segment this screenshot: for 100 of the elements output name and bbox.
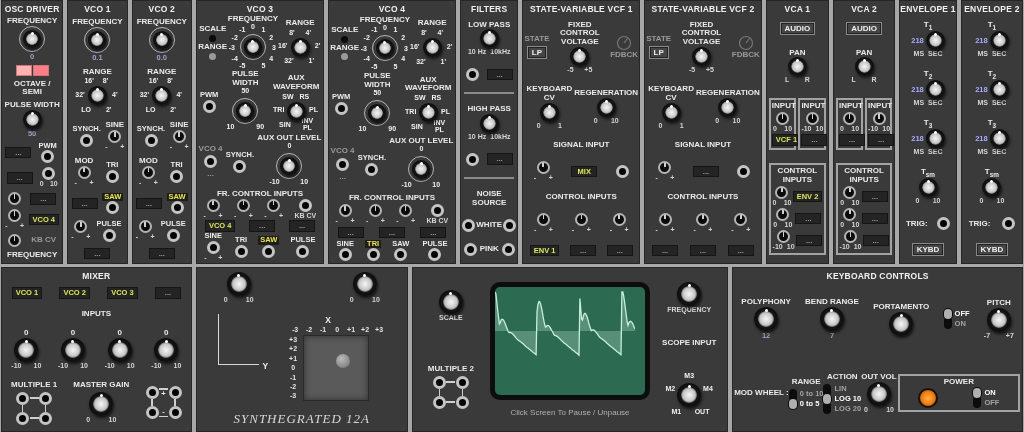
knob[interactable] <box>754 307 779 332</box>
trim-knob[interactable] <box>843 208 857 221</box>
jack-socket[interactable] <box>106 201 120 215</box>
jack-socket[interactable] <box>365 162 379 176</box>
trim-knob[interactable] <box>206 198 220 212</box>
jack-socket[interactable] <box>296 244 310 258</box>
switch-position[interactable] <box>823 383 832 394</box>
knob[interactable] <box>226 272 251 296</box>
selector-dot[interactable] <box>341 53 349 61</box>
switch-position[interactable] <box>788 388 797 399</box>
jack-socket[interactable] <box>168 386 182 400</box>
trim-knob[interactable] <box>574 212 588 226</box>
jack-socket[interactable] <box>501 243 515 257</box>
switch-position[interactable] <box>973 388 982 399</box>
jack-socket[interactable] <box>502 219 516 232</box>
jack-socket[interactable] <box>615 164 629 178</box>
jack-socket[interactable] <box>455 375 469 389</box>
jack-socket[interactable] <box>430 204 444 217</box>
knob[interactable] <box>889 311 914 336</box>
jack-socket[interactable] <box>937 217 951 231</box>
jack-socket[interactable] <box>39 391 53 405</box>
trim-knob[interactable] <box>843 185 857 199</box>
trim-knob[interactable] <box>74 220 88 234</box>
jack-socket[interactable] <box>145 386 159 400</box>
trim-knob[interactable] <box>776 208 790 221</box>
jack-socket[interactable] <box>338 248 352 262</box>
knob[interactable] <box>22 109 42 129</box>
panel-button[interactable]: LP <box>526 46 548 60</box>
jack-socket[interactable] <box>465 152 479 166</box>
scope-screen[interactable] <box>490 282 651 400</box>
octave-button[interactable] <box>15 64 32 76</box>
jack-socket[interactable] <box>206 240 220 254</box>
semitone-button[interactable] <box>32 64 49 76</box>
knob[interactable] <box>87 86 107 106</box>
knob[interactable] <box>925 79 945 99</box>
trim-knob[interactable] <box>775 185 789 199</box>
jack-socket[interactable] <box>39 411 53 425</box>
xy-pad[interactable] <box>303 335 370 401</box>
pad-puck[interactable] <box>336 354 351 368</box>
knob[interactable] <box>677 281 702 306</box>
knob[interactable] <box>539 102 559 122</box>
knob[interactable] <box>925 128 945 148</box>
knob[interactable] <box>989 128 1009 148</box>
knob[interactable] <box>89 392 114 417</box>
jack-socket[interactable] <box>432 395 446 409</box>
knob[interactable] <box>989 79 1009 99</box>
knob[interactable] <box>986 307 1011 332</box>
knob[interactable] <box>152 86 172 106</box>
trim-knob[interactable] <box>777 230 791 244</box>
jack-socket[interactable] <box>168 406 182 420</box>
jack-socket[interactable] <box>737 164 751 178</box>
knob[interactable] <box>290 37 310 57</box>
knob[interactable] <box>479 29 499 49</box>
jack-socket[interactable] <box>432 375 446 389</box>
jack-socket[interactable] <box>145 406 159 420</box>
jack-socket[interactable] <box>170 201 184 215</box>
knob[interactable] <box>479 114 499 134</box>
jack-socket[interactable] <box>41 150 55 164</box>
jack-socket[interactable] <box>462 219 476 232</box>
trim-knob[interactable] <box>658 212 672 226</box>
knob[interactable] <box>596 98 616 118</box>
trim-knob[interactable] <box>844 230 857 244</box>
switch-position[interactable] <box>973 398 982 409</box>
trim-knob[interactable] <box>267 198 281 212</box>
knob[interactable] <box>154 337 179 362</box>
knob[interactable] <box>925 30 945 50</box>
trim-knob[interactable] <box>8 234 22 248</box>
feedback-knob-icon[interactable] <box>616 34 633 51</box>
knob[interactable] <box>692 46 711 66</box>
knob[interactable] <box>570 46 590 66</box>
knob[interactable] <box>989 30 1009 50</box>
panel-button[interactable]: KYBD <box>975 242 1009 256</box>
panel-button[interactable]: AUDIO <box>779 21 816 35</box>
jack-socket[interactable] <box>166 228 180 242</box>
trim-knob[interactable] <box>612 212 626 226</box>
knob[interactable] <box>866 381 891 406</box>
trim-knob[interactable] <box>368 204 382 217</box>
trim-knob[interactable] <box>734 212 748 226</box>
knob[interactable] <box>422 38 442 58</box>
jack-socket[interactable] <box>16 391 30 405</box>
knob[interactable] <box>352 272 377 296</box>
jack-socket[interactable] <box>102 228 116 242</box>
jack-socket[interactable] <box>366 248 380 262</box>
switch-position[interactable] <box>823 403 832 414</box>
panel-button[interactable]: KYBD <box>911 242 945 256</box>
trim-knob[interactable] <box>172 130 186 144</box>
trim-knob[interactable] <box>138 220 152 234</box>
switch-position[interactable] <box>943 309 952 320</box>
knob[interactable] <box>438 290 463 315</box>
jack-socket[interactable] <box>298 198 312 212</box>
knob[interactable] <box>677 383 702 408</box>
trim-knob[interactable] <box>236 198 250 212</box>
trim-knob[interactable] <box>338 204 352 217</box>
panel-button[interactable]: AUDIO <box>846 21 882 35</box>
trim-knob[interactable] <box>399 204 413 217</box>
jack-socket[interactable] <box>336 158 350 172</box>
trim-knob[interactable] <box>536 160 550 174</box>
panel-button[interactable]: LP <box>648 46 669 60</box>
trim-knob[interactable] <box>805 112 819 126</box>
jack-socket[interactable] <box>233 159 247 173</box>
